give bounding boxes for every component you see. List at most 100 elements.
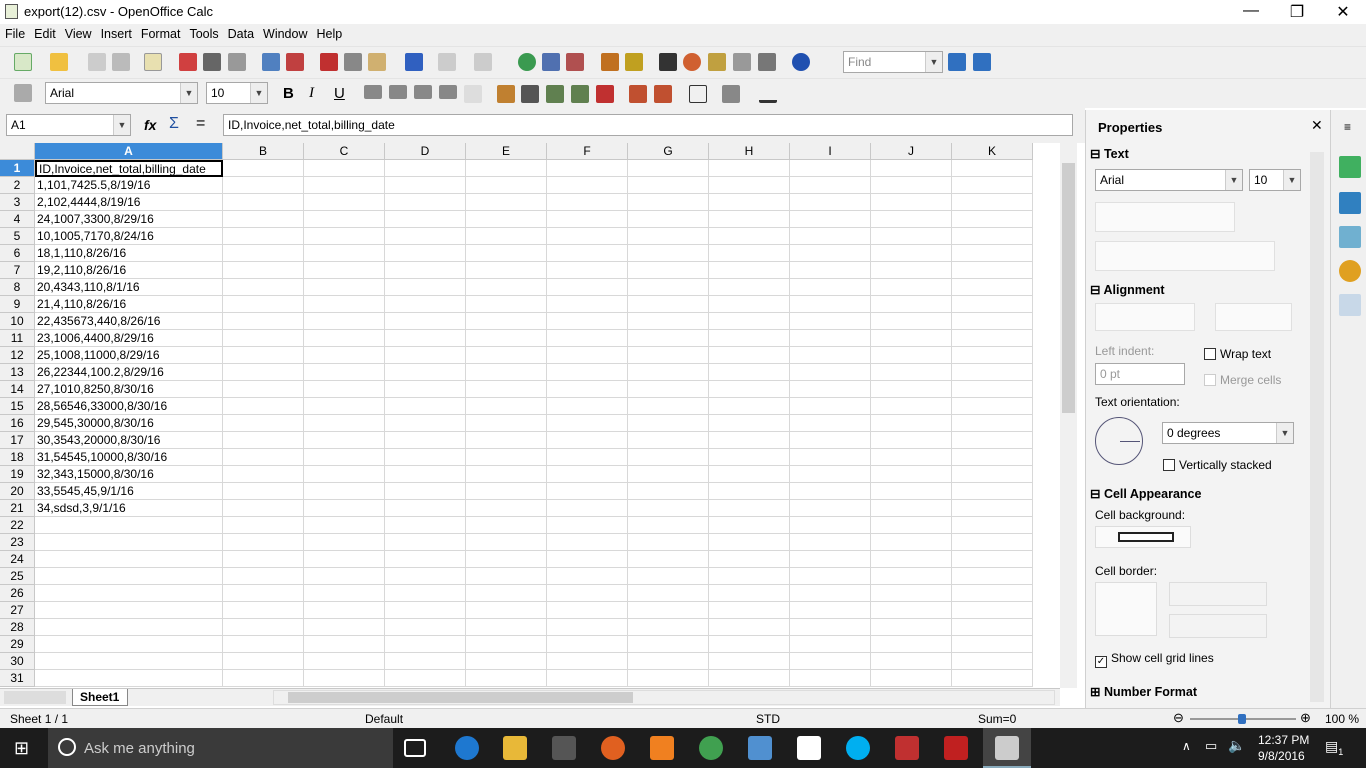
cell[interactable] (790, 653, 871, 670)
print-preview-icon[interactable] (228, 53, 246, 71)
print-icon[interactable] (203, 53, 221, 71)
cell-a1[interactable]: ID,Invoice,net_total,billing_date (35, 160, 223, 177)
cell-border-picker[interactable] (1095, 582, 1157, 636)
cell[interactable] (952, 449, 1033, 466)
borders-icon[interactable] (689, 85, 707, 103)
cell-a8[interactable]: 20,4343,110,8/1/16 (35, 279, 223, 296)
cell[interactable] (871, 653, 952, 670)
cell[interactable] (547, 228, 628, 245)
cell-a9[interactable]: 21,4,110,8/26/16 (35, 296, 223, 313)
cell[interactable] (628, 211, 709, 228)
cell[interactable] (709, 449, 790, 466)
cell[interactable] (952, 160, 1033, 177)
email-icon[interactable] (112, 53, 130, 71)
cell[interactable] (871, 483, 952, 500)
cell-a14[interactable]: 27,1010,8250,8/30/16 (35, 381, 223, 398)
border-line-style-select[interactable] (1169, 582, 1267, 606)
cell[interactable] (628, 262, 709, 279)
sidebar-size-select[interactable]: 10 ▼ (1249, 169, 1301, 191)
cell[interactable] (304, 619, 385, 636)
cell[interactable] (304, 568, 385, 585)
cell-a3[interactable]: 2,102,4444,8/19/16 (35, 194, 223, 211)
cell[interactable] (628, 177, 709, 194)
cell[interactable] (709, 636, 790, 653)
cell[interactable] (223, 160, 304, 177)
cell[interactable] (628, 245, 709, 262)
cell[interactable] (790, 347, 871, 364)
edge-icon[interactable] (455, 736, 479, 760)
cell[interactable] (385, 279, 466, 296)
add-decimal-icon[interactable] (571, 85, 589, 103)
row-header[interactable]: 20 (0, 483, 35, 500)
cell[interactable] (223, 296, 304, 313)
cell[interactable] (628, 296, 709, 313)
cell[interactable] (385, 551, 466, 568)
navigator-tab-icon[interactable] (1339, 260, 1361, 282)
cortana-search-box[interactable]: Ask me anything (48, 728, 393, 768)
row-header[interactable]: 1 (0, 160, 35, 177)
cell[interactable] (871, 381, 952, 398)
cell[interactable] (709, 483, 790, 500)
cell[interactable] (466, 602, 547, 619)
cell[interactable] (709, 602, 790, 619)
cell[interactable] (304, 296, 385, 313)
cell[interactable] (790, 602, 871, 619)
cell[interactable] (385, 517, 466, 534)
cell[interactable] (952, 330, 1033, 347)
function-wizard-icon[interactable]: fx (144, 117, 156, 133)
cell[interactable] (385, 636, 466, 653)
menu-help[interactable]: Help (312, 24, 347, 41)
edit-file-icon[interactable] (144, 53, 162, 71)
cell[interactable] (304, 211, 385, 228)
cell[interactable] (304, 177, 385, 194)
menu-data[interactable]: Data (223, 24, 258, 41)
row-header[interactable]: 28 (0, 619, 35, 636)
cell[interactable] (385, 262, 466, 279)
sum-icon[interactable]: Σ (169, 115, 179, 133)
styles-tab-icon[interactable] (1339, 192, 1361, 214)
row-header[interactable]: 21 (0, 500, 35, 517)
cell[interactable] (466, 313, 547, 330)
cell[interactable] (385, 670, 466, 687)
cell[interactable] (709, 398, 790, 415)
cell[interactable] (709, 245, 790, 262)
cell[interactable] (547, 449, 628, 466)
cell[interactable] (304, 534, 385, 551)
cell[interactable] (790, 500, 871, 517)
align-center-icon[interactable] (389, 85, 407, 99)
cell[interactable] (709, 551, 790, 568)
cell[interactable] (952, 517, 1033, 534)
cell[interactable] (466, 398, 547, 415)
cell[interactable] (304, 551, 385, 568)
wrap-text-checkbox[interactable]: Wrap text (1204, 347, 1271, 361)
cell[interactable] (304, 602, 385, 619)
cell[interactable] (952, 262, 1033, 279)
cell[interactable] (952, 211, 1033, 228)
cell[interactable] (628, 449, 709, 466)
cell[interactable] (223, 449, 304, 466)
vertical-scrollbar[interactable] (1060, 143, 1077, 688)
cell[interactable] (385, 330, 466, 347)
cell[interactable] (547, 347, 628, 364)
cell[interactable] (304, 636, 385, 653)
find-previous-icon[interactable] (973, 53, 991, 71)
functions-tab-icon[interactable] (1339, 294, 1361, 316)
spreadsheet-grid[interactable]: A B C D E F G H I J K 1 ID,Invoice,net_total,billing… (0, 143, 1060, 688)
justify-icon[interactable] (439, 85, 457, 99)
cell[interactable] (385, 500, 466, 517)
cell[interactable] (385, 432, 466, 449)
cell[interactable] (223, 517, 304, 534)
row-header[interactable]: 29 (0, 636, 35, 653)
cell[interactable] (466, 551, 547, 568)
network-icon[interactable]: ▭ (1205, 738, 1217, 754)
scroll-thumb[interactable] (1062, 163, 1075, 413)
chevron-down-icon[interactable]: ▼ (1283, 170, 1300, 190)
cell[interactable] (547, 517, 628, 534)
chrome-icon[interactable] (699, 736, 723, 760)
cell[interactable] (952, 466, 1033, 483)
cell[interactable] (709, 670, 790, 687)
cell[interactable] (628, 500, 709, 517)
row-header[interactable]: 11 (0, 330, 35, 347)
cell-a27[interactable] (35, 602, 223, 619)
cell[interactable] (952, 585, 1033, 602)
